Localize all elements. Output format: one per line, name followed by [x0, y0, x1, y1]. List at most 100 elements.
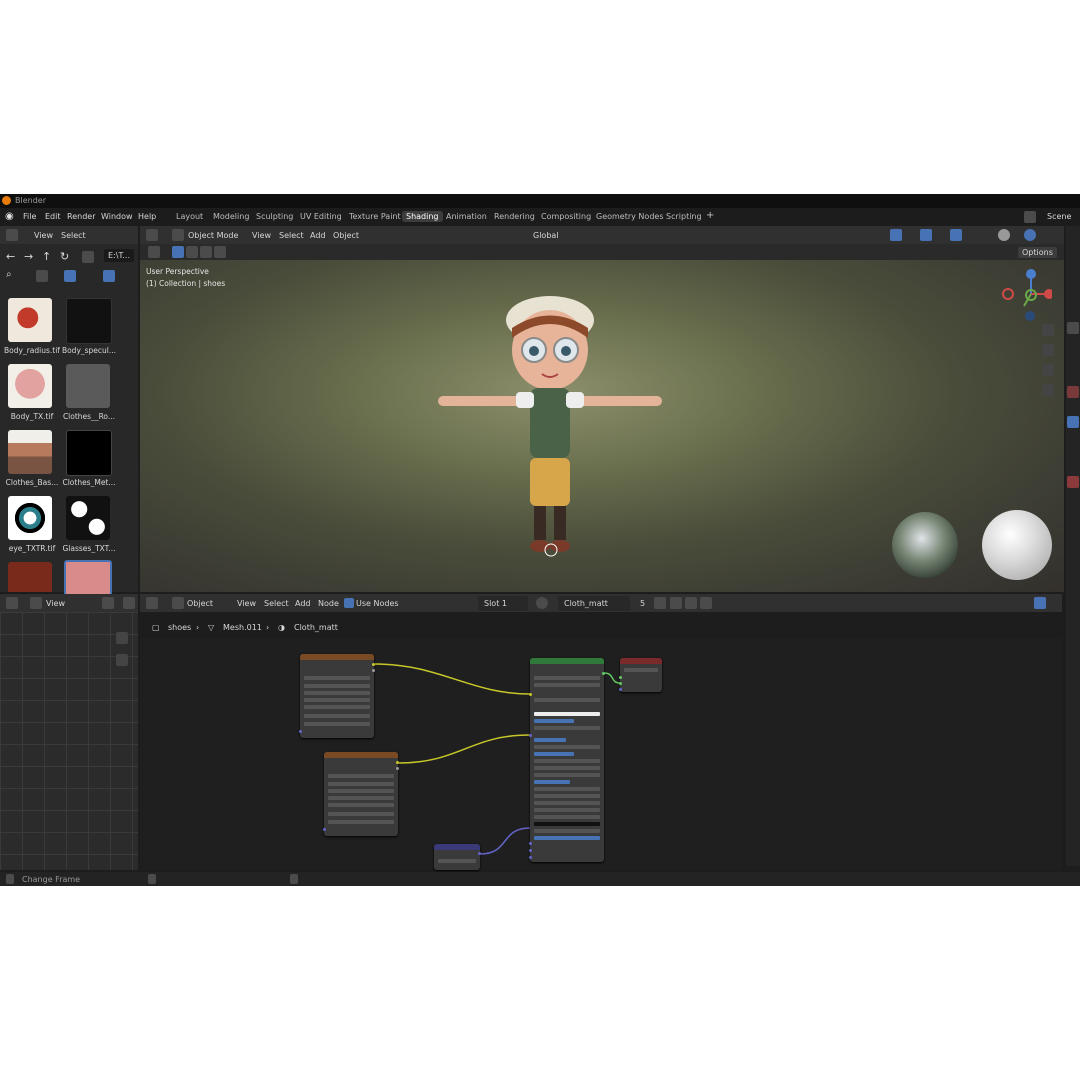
thumbnail-eye-txtr[interactable]	[8, 496, 52, 540]
thumbnail-partial[interactable]	[8, 562, 52, 592]
tab-modeling[interactable]: Modeling	[213, 212, 249, 221]
solid-shading-icon[interactable]	[998, 229, 1010, 241]
use-nodes-checkbox[interactable]	[344, 598, 354, 608]
thumbnail-clothes-base[interactable]	[8, 430, 52, 474]
normal-map-node[interactable]	[434, 844, 481, 870]
editor-type-icon[interactable]	[6, 229, 18, 241]
tool-props-icon[interactable]	[1067, 322, 1079, 334]
principled-bsdf-node[interactable]	[529, 658, 605, 862]
select-tool-icon[interactable]	[148, 246, 160, 258]
zoom-icon[interactable]	[1042, 324, 1054, 336]
slot-dropdown[interactable]: Slot 1	[478, 596, 528, 611]
file-browser-select-menu[interactable]: Select	[61, 231, 86, 240]
filter-icon[interactable]	[103, 270, 115, 282]
thumbnail-view-icon[interactable]	[64, 270, 76, 282]
refresh-icon[interactable]: ↻	[60, 250, 69, 263]
tab-compositing[interactable]: Compositing	[541, 212, 591, 221]
tab-layout[interactable]: Layout	[176, 212, 203, 221]
material-browse-icon[interactable]	[536, 597, 548, 609]
pin-icon[interactable]	[700, 597, 712, 609]
tab-texture-paint[interactable]: Texture Paint	[349, 212, 401, 221]
options-button[interactable]: Options	[1018, 247, 1057, 258]
breadcrumb-material[interactable]: Cloth_matt	[294, 623, 338, 632]
select-invert-icon[interactable]	[214, 246, 226, 258]
new-folder-icon[interactable]	[82, 251, 94, 263]
xray-toggle-icon[interactable]	[950, 229, 962, 241]
image-texture-node[interactable]	[299, 654, 375, 738]
image-view-menu[interactable]: View	[46, 599, 65, 608]
vector-input-socket[interactable]	[323, 828, 326, 831]
modifier-props-icon[interactable]	[1067, 416, 1079, 428]
volume-input-socket[interactable]	[619, 682, 622, 685]
viewport-add-menu[interactable]: Add	[310, 231, 326, 240]
file-browser-view-menu[interactable]: View	[34, 231, 53, 240]
metallic-socket[interactable]	[529, 734, 532, 737]
tab-rendering[interactable]: Rendering	[494, 212, 535, 221]
object-mode-dropdown[interactable]: Object Mode	[188, 231, 238, 240]
transform-orientation-dropdown[interactable]: Global	[533, 231, 559, 240]
blender-menu-icon[interactable]: ◉	[5, 211, 14, 222]
node-editor-canvas[interactable]: ▢ shoes › ▽ Mesh.011 › ◑ Cloth_matt	[140, 623, 1062, 870]
thumbnail-clothes-roughness[interactable]	[66, 364, 110, 408]
node-node-menu[interactable]: Node	[318, 599, 339, 608]
material-shading-icon[interactable]	[1024, 229, 1036, 241]
clearcoat-normal-socket[interactable]	[529, 849, 532, 852]
viewport-object-menu[interactable]: Object	[333, 231, 359, 240]
editor-type-icon[interactable]	[146, 229, 158, 241]
forward-arrow-icon[interactable]: →	[24, 250, 33, 263]
menu-file[interactable]: File	[23, 212, 36, 221]
tab-sculpting[interactable]: Sculpting	[256, 212, 293, 221]
image-texture-node-2[interactable]	[323, 752, 399, 836]
3d-viewport[interactable]: User Perspective (1) Collection | shoes	[140, 260, 1064, 592]
tab-shading[interactable]: Shading	[402, 211, 443, 222]
normal-output-socket[interactable]	[478, 852, 481, 855]
surface-input-socket[interactable]	[619, 676, 622, 679]
editor-type-icon[interactable]	[6, 597, 18, 609]
hand-pan-icon[interactable]	[116, 654, 128, 666]
color-output-socket[interactable]	[372, 663, 375, 666]
vector-input-socket[interactable]	[299, 730, 302, 733]
select-subtract-icon[interactable]	[200, 246, 212, 258]
breadcrumb-object[interactable]: shoes	[168, 623, 191, 632]
material-output-node[interactable]	[619, 658, 662, 692]
menu-edit[interactable]: Edit	[45, 212, 61, 221]
image-mode-icon[interactable]	[30, 597, 42, 609]
material-props-icon[interactable]	[1067, 476, 1079, 488]
node-overlay-icon[interactable]	[1034, 597, 1046, 609]
image-browse-icon[interactable]	[102, 597, 114, 609]
search-icon[interactable]: ⌕	[6, 269, 12, 280]
object-mode-icon[interactable]	[172, 229, 184, 241]
unlink-icon[interactable]	[685, 597, 697, 609]
render-props-icon[interactable]	[1067, 386, 1079, 398]
menu-help[interactable]: Help	[138, 212, 156, 221]
hand-pan-icon[interactable]	[1042, 344, 1054, 356]
overlay-toggle-icon[interactable]	[920, 229, 932, 241]
select-box-icon[interactable]	[172, 246, 184, 258]
material-users-count[interactable]: 5	[640, 599, 645, 608]
menu-render[interactable]: Render	[67, 212, 95, 221]
shader-type-dropdown[interactable]: Object	[187, 599, 213, 608]
viewport-view-menu[interactable]: View	[252, 231, 271, 240]
thumbnail-partial-selected[interactable]	[64, 560, 112, 596]
node-select-menu[interactable]: Select	[264, 599, 289, 608]
color-output-socket[interactable]	[396, 761, 399, 764]
base-color-socket[interactable]	[529, 693, 532, 696]
path-field[interactable]: E:\T...	[104, 249, 135, 262]
shader-type-icon[interactable]	[172, 597, 184, 609]
editor-type-icon[interactable]	[146, 597, 158, 609]
bsdf-output-socket[interactable]	[602, 672, 605, 675]
scene-icon[interactable]	[1024, 211, 1036, 223]
ortho-grid-icon[interactable]	[1042, 384, 1054, 396]
tab-scripting[interactable]: Scripting	[666, 212, 702, 221]
thumbnail-body-specular[interactable]	[66, 298, 112, 344]
tab-animation[interactable]: Animation	[446, 212, 487, 221]
breadcrumb-mesh[interactable]: Mesh.011	[223, 623, 262, 632]
viewport-select-menu[interactable]: Select	[279, 231, 304, 240]
thumbnail-body-tx[interactable]	[8, 364, 52, 408]
duplicate-material-icon[interactable]	[670, 597, 682, 609]
fake-user-icon[interactable]	[654, 597, 666, 609]
select-extend-icon[interactable]	[186, 246, 198, 258]
thumbnail-glasses-txtr[interactable]	[66, 496, 110, 540]
navigation-gizmo[interactable]	[992, 266, 1052, 328]
new-image-icon[interactable]	[123, 597, 135, 609]
